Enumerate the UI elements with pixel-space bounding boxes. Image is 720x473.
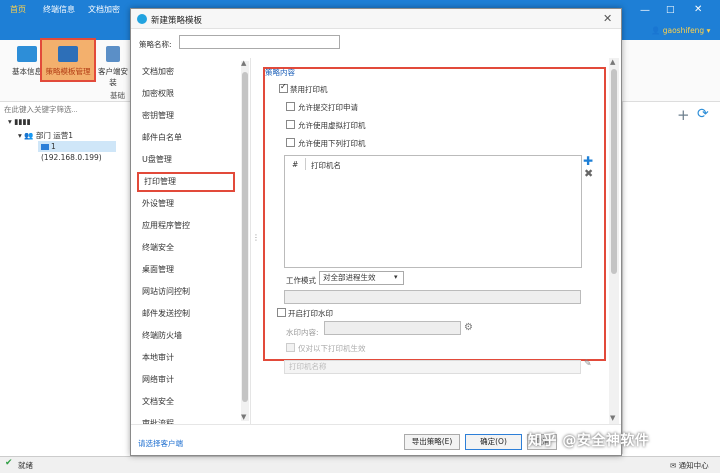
tree-node-label: 1 (192.168.0.199)	[41, 142, 102, 162]
disable-printer-checkbox[interactable]	[279, 82, 288, 93]
overlay-watermark: 知乎 @安全神软件	[528, 433, 650, 449]
check-icon: ✔	[5, 458, 13, 468]
nav-item-9[interactable]: 桌面管理	[137, 260, 235, 280]
nav-item-11[interactable]: 邮件发送控制	[137, 304, 235, 324]
ribbon-basic-label: 基本信息	[12, 67, 42, 76]
printer-table[interactable]: # 打印机名	[284, 155, 582, 268]
nav-scroll-thumb[interactable]	[242, 72, 248, 402]
ribbon-policy-template-button[interactable]: 策略模板管理	[40, 38, 96, 82]
gear-icon[interactable]: ⚙	[464, 322, 473, 333]
ok-button[interactable]: 确定(O)	[465, 434, 522, 450]
content-scroll-thumb[interactable]	[611, 69, 617, 274]
only-listed-printers-checkbox[interactable]	[286, 343, 295, 352]
chevron-down-icon[interactable]: ▾	[394, 273, 398, 281]
allow-listed-printers-label: 允许使用下列打印机	[298, 139, 366, 148]
column-divider	[305, 158, 306, 170]
content-scroll-down-icon[interactable]: ▼	[610, 414, 615, 422]
notification-center[interactable]: ✉ 通知中心	[670, 460, 709, 471]
choose-client-link[interactable]: 请选择客户端	[138, 438, 183, 449]
policy-name-label: 策略名称:	[139, 40, 172, 49]
maximize-button[interactable]: □	[666, 5, 675, 15]
column-header-printer-name: 打印机名	[311, 161, 341, 170]
allow-virtual-printer-checkbox[interactable]	[286, 120, 295, 129]
printer-name-field[interactable]: 打印机名称	[284, 360, 581, 374]
nav-item-0[interactable]: 文档加密	[137, 62, 235, 82]
app-logo-icon	[137, 14, 147, 24]
nav-item-15[interactable]: 文档安全	[137, 392, 235, 412]
nav-item-8[interactable]: 终端安全	[137, 238, 235, 258]
close-window-button[interactable]: ✕	[694, 4, 702, 15]
allow-virtual-printer-label: 允许使用虚拟打印机	[298, 121, 366, 130]
nav-scroll-down-icon[interactable]: ▼	[241, 413, 246, 421]
work-mode-detail-field	[284, 290, 581, 304]
app-right-pane	[622, 102, 720, 454]
allow-listed-printers-checkbox[interactable]	[286, 138, 295, 147]
tab-terminal-info[interactable]: 终端信息	[43, 4, 75, 15]
tab-home[interactable]: 首页	[10, 4, 26, 15]
content-scroll-up-icon[interactable]: ▲	[610, 58, 615, 66]
ribbon-group-label: 基础	[110, 91, 125, 100]
nav-item-3[interactable]: 邮件白名单	[137, 128, 235, 148]
dialog-titlebar	[131, 9, 621, 29]
policy-template-icon	[58, 46, 78, 62]
new-policy-template-dialog: 新建策略模板 ✕ 策略名称: 文档加密 加密权限 密钥管理 邮件白名单 U盘管理 打印管理…	[130, 8, 622, 456]
computer-icon	[41, 144, 49, 150]
tree-node-selected[interactable]: 1 (192.168.0.199)	[38, 141, 116, 162]
add-icon[interactable]: +	[677, 106, 690, 124]
export-policy-button[interactable]: 导出策略(E)	[404, 434, 460, 450]
work-mode-select[interactable]: 对全部进程生效	[319, 271, 404, 285]
refresh-icon[interactable]: ⟳	[697, 106, 709, 122]
policy-name-input[interactable]	[179, 35, 340, 49]
dialog-title: 新建策略模板	[151, 16, 203, 26]
work-mode-label: 工作模式	[286, 276, 316, 285]
enable-watermark-checkbox[interactable]	[277, 308, 286, 317]
watermark-content-input[interactable]	[324, 321, 461, 335]
dialog-close-button[interactable]: ✕	[603, 12, 612, 25]
client-install-icon	[106, 46, 120, 62]
tree-root[interactable]: ▾ ▮▮▮▮	[8, 117, 31, 126]
nav-item-7[interactable]: 应用程序管控	[137, 216, 235, 236]
status-text: 就绪	[18, 461, 33, 470]
nav-item-14[interactable]: 网络审计	[137, 370, 235, 390]
tree-dept[interactable]: ▾ 👥 部门 运营1	[18, 130, 73, 141]
add-printer-plus-icon[interactable]: ✚	[583, 154, 593, 168]
splitter-grip[interactable]: ⋮	[252, 233, 260, 242]
section-title: 策略内容	[265, 68, 295, 77]
remove-printer-x-icon[interactable]: ✖	[584, 167, 593, 180]
nav-item-5[interactable]: 打印管理	[137, 172, 235, 192]
nav-item-12[interactable]: 终端防火墙	[137, 326, 235, 346]
enable-watermark-label: 开启打印水印	[288, 309, 333, 318]
pencil-icon[interactable]: ✎	[584, 359, 592, 369]
nav-item-1[interactable]: 加密权限	[137, 84, 235, 104]
notification-label: 通知中心	[678, 461, 709, 470]
nav-item-6[interactable]: 外设管理	[137, 194, 235, 214]
nav-item-13[interactable]: 本地审计	[137, 348, 235, 368]
nav-item-4[interactable]: U盘管理	[137, 150, 235, 170]
disable-printer-label: 禁用打印机	[290, 85, 328, 94]
allow-print-request-checkbox[interactable]	[286, 102, 295, 111]
nav-scroll-up-icon[interactable]: ▲	[241, 59, 246, 67]
allow-print-request-label: 允许提交打印申请	[298, 103, 358, 112]
only-listed-printers-label: 仅对以下打印机生效	[298, 344, 366, 353]
watermark-content-label: 水印内容:	[286, 328, 319, 337]
nav-item-2[interactable]: 密钥管理	[137, 106, 235, 126]
minimize-button[interactable]: —	[640, 5, 650, 16]
ribbon-client-install-button[interactable]: 客户端安装	[96, 44, 130, 87]
policy-nav: 文档加密 加密权限 密钥管理 邮件白名单 U盘管理 打印管理 外设管理 应用程序管控 终端安全桌…	[131, 58, 251, 424]
user-name: gaoshifeng	[662, 26, 705, 35]
ribbon-client-label: 客户端安装	[98, 67, 128, 87]
tab-document-encryption[interactable]: 文档加密	[88, 4, 120, 15]
nav-item-16[interactable]: 审批流程	[137, 414, 235, 424]
tree-dept-label: 部门 运营1	[35, 131, 74, 140]
user-badge[interactable]: 👤 gaoshifeng ▾	[651, 26, 710, 35]
ribbon-policy-label: 策略模板管理	[45, 67, 91, 76]
filter-input[interactable]	[4, 103, 130, 116]
column-header-index: #	[292, 160, 299, 169]
nav-item-10[interactable]: 网站访问控制	[137, 282, 235, 302]
status-bar	[0, 456, 720, 473]
basic-info-icon	[17, 46, 37, 62]
